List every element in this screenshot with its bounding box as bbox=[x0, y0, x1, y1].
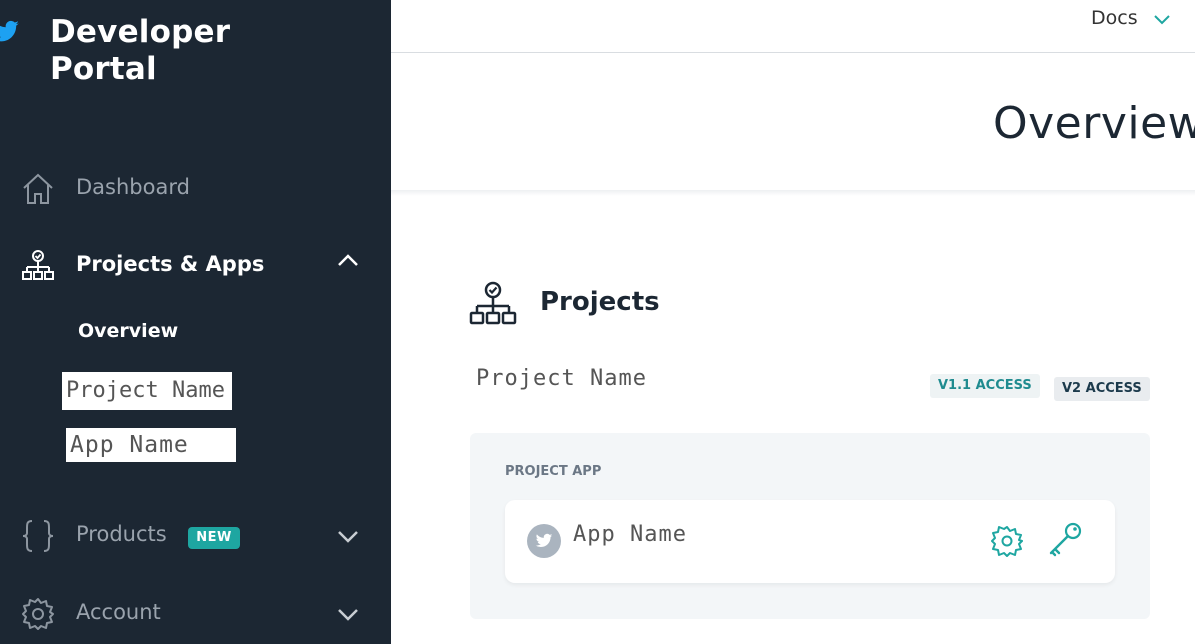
chevron-down-icon[interactable] bbox=[336, 602, 360, 626]
brand-title-text: Developer Portal bbox=[50, 14, 231, 87]
sidebar-item-projects-apps[interactable]: Projects & Apps bbox=[0, 240, 391, 290]
sidebar-subitem-app-name[interactable]: App Name bbox=[66, 428, 236, 462]
v1-1-access-badge: V1.1 ACCESS bbox=[930, 374, 1040, 398]
app-row[interactable]: App Name bbox=[505, 500, 1115, 583]
brand-title: Developer Portal bbox=[50, 14, 310, 88]
projects-tree-icon bbox=[469, 281, 517, 325]
projects-tree-icon bbox=[22, 250, 54, 280]
key-icon[interactable] bbox=[1045, 520, 1085, 560]
chevron-up-icon[interactable] bbox=[336, 248, 360, 272]
chevron-down-icon[interactable] bbox=[1152, 10, 1172, 30]
sidebar-item-label: Dashboard bbox=[76, 175, 190, 199]
app-avatar bbox=[527, 524, 561, 558]
twitter-bird-icon bbox=[535, 533, 553, 548]
braces-icon bbox=[22, 520, 54, 552]
projects-heading: Projects bbox=[540, 287, 660, 317]
v2-access-badge: V2 ACCESS bbox=[1054, 377, 1150, 401]
docs-menu[interactable]: Docs bbox=[1091, 7, 1138, 29]
sidebar-item-label: Products bbox=[76, 522, 167, 546]
project-name[interactable]: Project Name bbox=[476, 366, 647, 391]
sidebar-item-label: Projects & Apps bbox=[76, 252, 265, 276]
app-name[interactable]: App Name bbox=[573, 522, 687, 547]
gear-icon bbox=[22, 598, 54, 630]
project-app-card: PROJECT APP App Name bbox=[470, 433, 1150, 619]
top-bar: Docs bbox=[391, 0, 1195, 53]
chevron-down-icon[interactable] bbox=[336, 524, 360, 548]
header-divider bbox=[391, 190, 1195, 196]
new-badge: NEW bbox=[188, 527, 240, 549]
twitter-bird-icon bbox=[0, 20, 19, 42]
sidebar-subitem-project-name[interactable]: Project Name bbox=[62, 372, 232, 410]
sidebar-item-account[interactable]: Account bbox=[0, 588, 391, 638]
home-icon bbox=[23, 173, 53, 204]
sidebar-subitem-overview[interactable]: Overview bbox=[78, 320, 178, 342]
project-app-label: PROJECT APP bbox=[505, 464, 602, 479]
gear-icon[interactable] bbox=[991, 525, 1023, 557]
page-title: Overview bbox=[993, 98, 1195, 149]
sidebar-item-dashboard[interactable]: Dashboard bbox=[0, 163, 391, 213]
sidebar-item-label: Account bbox=[76, 600, 161, 624]
sidebar: Developer Portal Dashboard Projects & Ap… bbox=[0, 0, 391, 644]
